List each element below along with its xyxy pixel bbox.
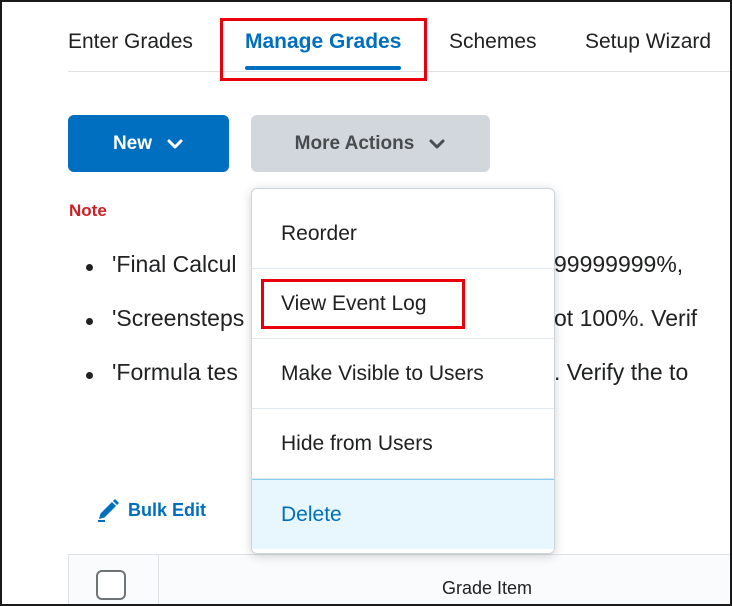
pencil-icon: [98, 499, 119, 522]
note-line-1-left: 'Final Calcul: [112, 251, 237, 277]
new-button-label: New: [112, 132, 153, 154]
note-heading: Note: [69, 201, 107, 220]
tab-enter-grades[interactable]: Enter Grades: [68, 30, 193, 54]
select-all-checkbox[interactable]: [96, 570, 126, 600]
note-line-1-right: 99999999%,: [554, 251, 684, 277]
bulk-edit-button[interactable]: Bulk Edit: [96, 498, 206, 522]
grades-table-header: [68, 554, 730, 604]
note-line-3-right: . Verify the to: [554, 359, 689, 385]
new-button[interactable]: New: [68, 115, 229, 172]
table-column-divider: [158, 554, 159, 604]
menu-item-hide-from-users[interactable]: Hide from Users: [252, 409, 554, 479]
chevron-down-icon: [167, 139, 183, 148]
bullet-dot: [86, 318, 93, 325]
chevron-down-icon: [429, 139, 445, 148]
manage-grades-highlight: [220, 18, 427, 81]
bullet-dot: [86, 372, 93, 379]
bulk-edit-label: Bulk Edit: [128, 499, 207, 520]
tab-setup-wizard[interactable]: Setup Wizard: [585, 30, 711, 54]
note-line-2-left: 'Screensteps: [112, 305, 245, 331]
more-actions-button[interactable]: More Actions: [251, 115, 490, 172]
note-line-3-left: 'Formula tes: [112, 359, 238, 385]
menu-item-reorder[interactable]: Reorder: [252, 199, 554, 269]
grade-item-column-header[interactable]: Grade Item: [442, 578, 532, 599]
screenshot-frame: Enter Grades Manage Grades Schemes Setup…: [0, 0, 732, 606]
menu-item-make-visible[interactable]: Make Visible to Users: [252, 339, 554, 409]
tab-schemes[interactable]: Schemes: [449, 30, 537, 54]
more-actions-menu: Reorder View Event Log Make Visible to U…: [251, 188, 555, 554]
view-event-log-highlight: [261, 279, 465, 329]
bullet-dot: [86, 264, 93, 271]
menu-item-delete[interactable]: Delete: [252, 479, 554, 549]
note-line-2-right: ot 100%. Verif: [554, 305, 698, 331]
more-actions-label: More Actions: [294, 132, 415, 154]
